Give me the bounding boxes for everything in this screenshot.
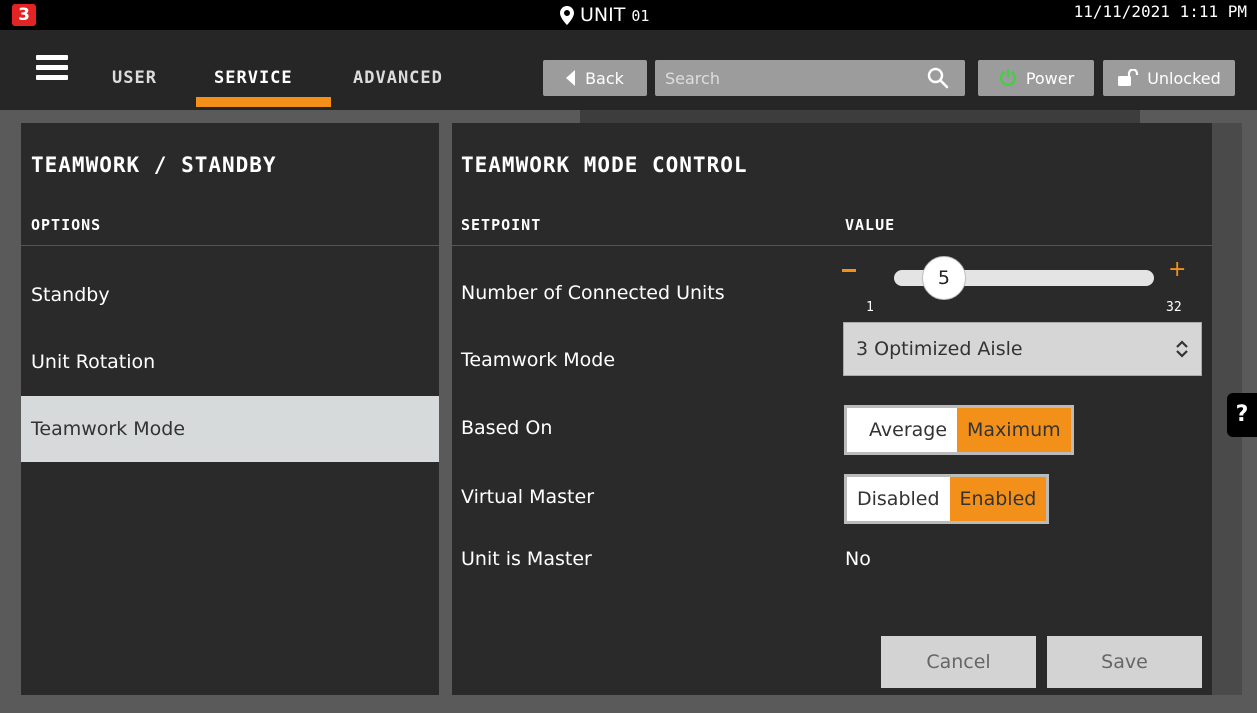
save-button[interactable]: Save [1047, 636, 1202, 688]
main-area: TEAMWORK / STANDBY OPTIONS Standby Unit … [0, 110, 1257, 713]
virtual-master-toggle: Disabled Enabled [844, 474, 1050, 524]
slider-min-label: 1 [866, 300, 874, 315]
control-panel-title: TEAMWORK MODE CONTROL [461, 153, 748, 177]
options-divider [21, 245, 439, 246]
teamwork-mode-select[interactable]: 3 Optimized Aisle [843, 322, 1202, 376]
options-panel-title: TEAMWORK / STANDBY [31, 153, 277, 177]
virtual-master-disabled[interactable]: Disabled [847, 477, 950, 521]
option-teamwork-mode[interactable]: Teamwork Mode [21, 396, 439, 462]
lock-button[interactable]: Unlocked [1103, 60, 1235, 96]
search-box[interactable] [655, 60, 965, 96]
tab-advanced[interactable]: ADVANCED [353, 68, 443, 90]
power-icon [999, 68, 1016, 86]
slider-max-label: 32 [1166, 300, 1182, 315]
back-arrow-icon [566, 70, 576, 86]
unit-title: UNIT 01 [560, 2, 649, 28]
options-panel: TEAMWORK / STANDBY OPTIONS Standby Unit … [21, 123, 439, 695]
based-on-label: Based On [461, 417, 553, 439]
increase-units-button[interactable]: + [1168, 259, 1186, 281]
search-icon[interactable] [927, 67, 949, 89]
cancel-button[interactable]: Cancel [881, 636, 1036, 688]
unlocked-icon [1118, 69, 1139, 86]
decorative-band [580, 110, 1140, 123]
option-unit-rotation[interactable]: Unit Rotation [21, 329, 439, 395]
unit-is-master-label: Unit is Master [461, 548, 592, 570]
connected-units-label: Number of Connected Units [461, 282, 725, 304]
options-header: OPTIONS [31, 216, 102, 234]
search-input[interactable] [665, 63, 915, 93]
hamburger-menu-icon[interactable] [36, 55, 68, 81]
based-on-toggle: Average Maximum [844, 405, 1074, 455]
tab-service[interactable]: SERVICE [214, 68, 293, 90]
brand-logo: 3 [12, 4, 36, 26]
virtual-master-label: Virtual Master [461, 486, 595, 508]
back-button[interactable]: Back [543, 60, 647, 96]
tab-user[interactable]: USER [112, 68, 157, 90]
connected-units-slider-knob[interactable]: 5 [921, 256, 966, 300]
nav-bar: USER SERVICE ADVANCED Back Power Unlocke… [0, 30, 1257, 110]
datetime: 11/11/2021 1:11 PM [1073, 2, 1247, 21]
unit-number: 01 [631, 7, 650, 25]
virtual-master-enabled[interactable]: Enabled [949, 477, 1047, 521]
unit-is-master-value: No [845, 548, 871, 570]
teamwork-mode-value: 3 Optimized Aisle [856, 338, 1023, 360]
lock-label: Unlocked [1147, 68, 1221, 88]
active-tab-indicator [196, 97, 331, 107]
option-standby[interactable]: Standby [21, 262, 439, 328]
status-bar: 3 UNIT 01 11/11/2021 1:11 PM [0, 0, 1257, 30]
help-button[interactable]: ? [1227, 393, 1257, 437]
setpoint-header: SETPOINT [461, 216, 542, 234]
location-pin-icon [560, 6, 574, 25]
value-header: VALUE [845, 216, 896, 234]
select-arrows-icon [1176, 340, 1188, 358]
power-label: Power [1025, 68, 1075, 88]
back-label: Back [585, 68, 624, 88]
teamwork-mode-label: Teamwork Mode [461, 349, 616, 371]
based-on-maximum[interactable]: Maximum [957, 408, 1071, 452]
teamwork-control-panel: TEAMWORK MODE CONTROL SETPOINT VALUE Num… [452, 123, 1212, 695]
decrease-units-button[interactable] [842, 269, 856, 272]
power-button[interactable]: Power [978, 60, 1094, 96]
unit-label: UNIT [580, 4, 626, 26]
based-on-average[interactable]: Average [847, 408, 957, 452]
setpoint-divider [452, 245, 1212, 246]
